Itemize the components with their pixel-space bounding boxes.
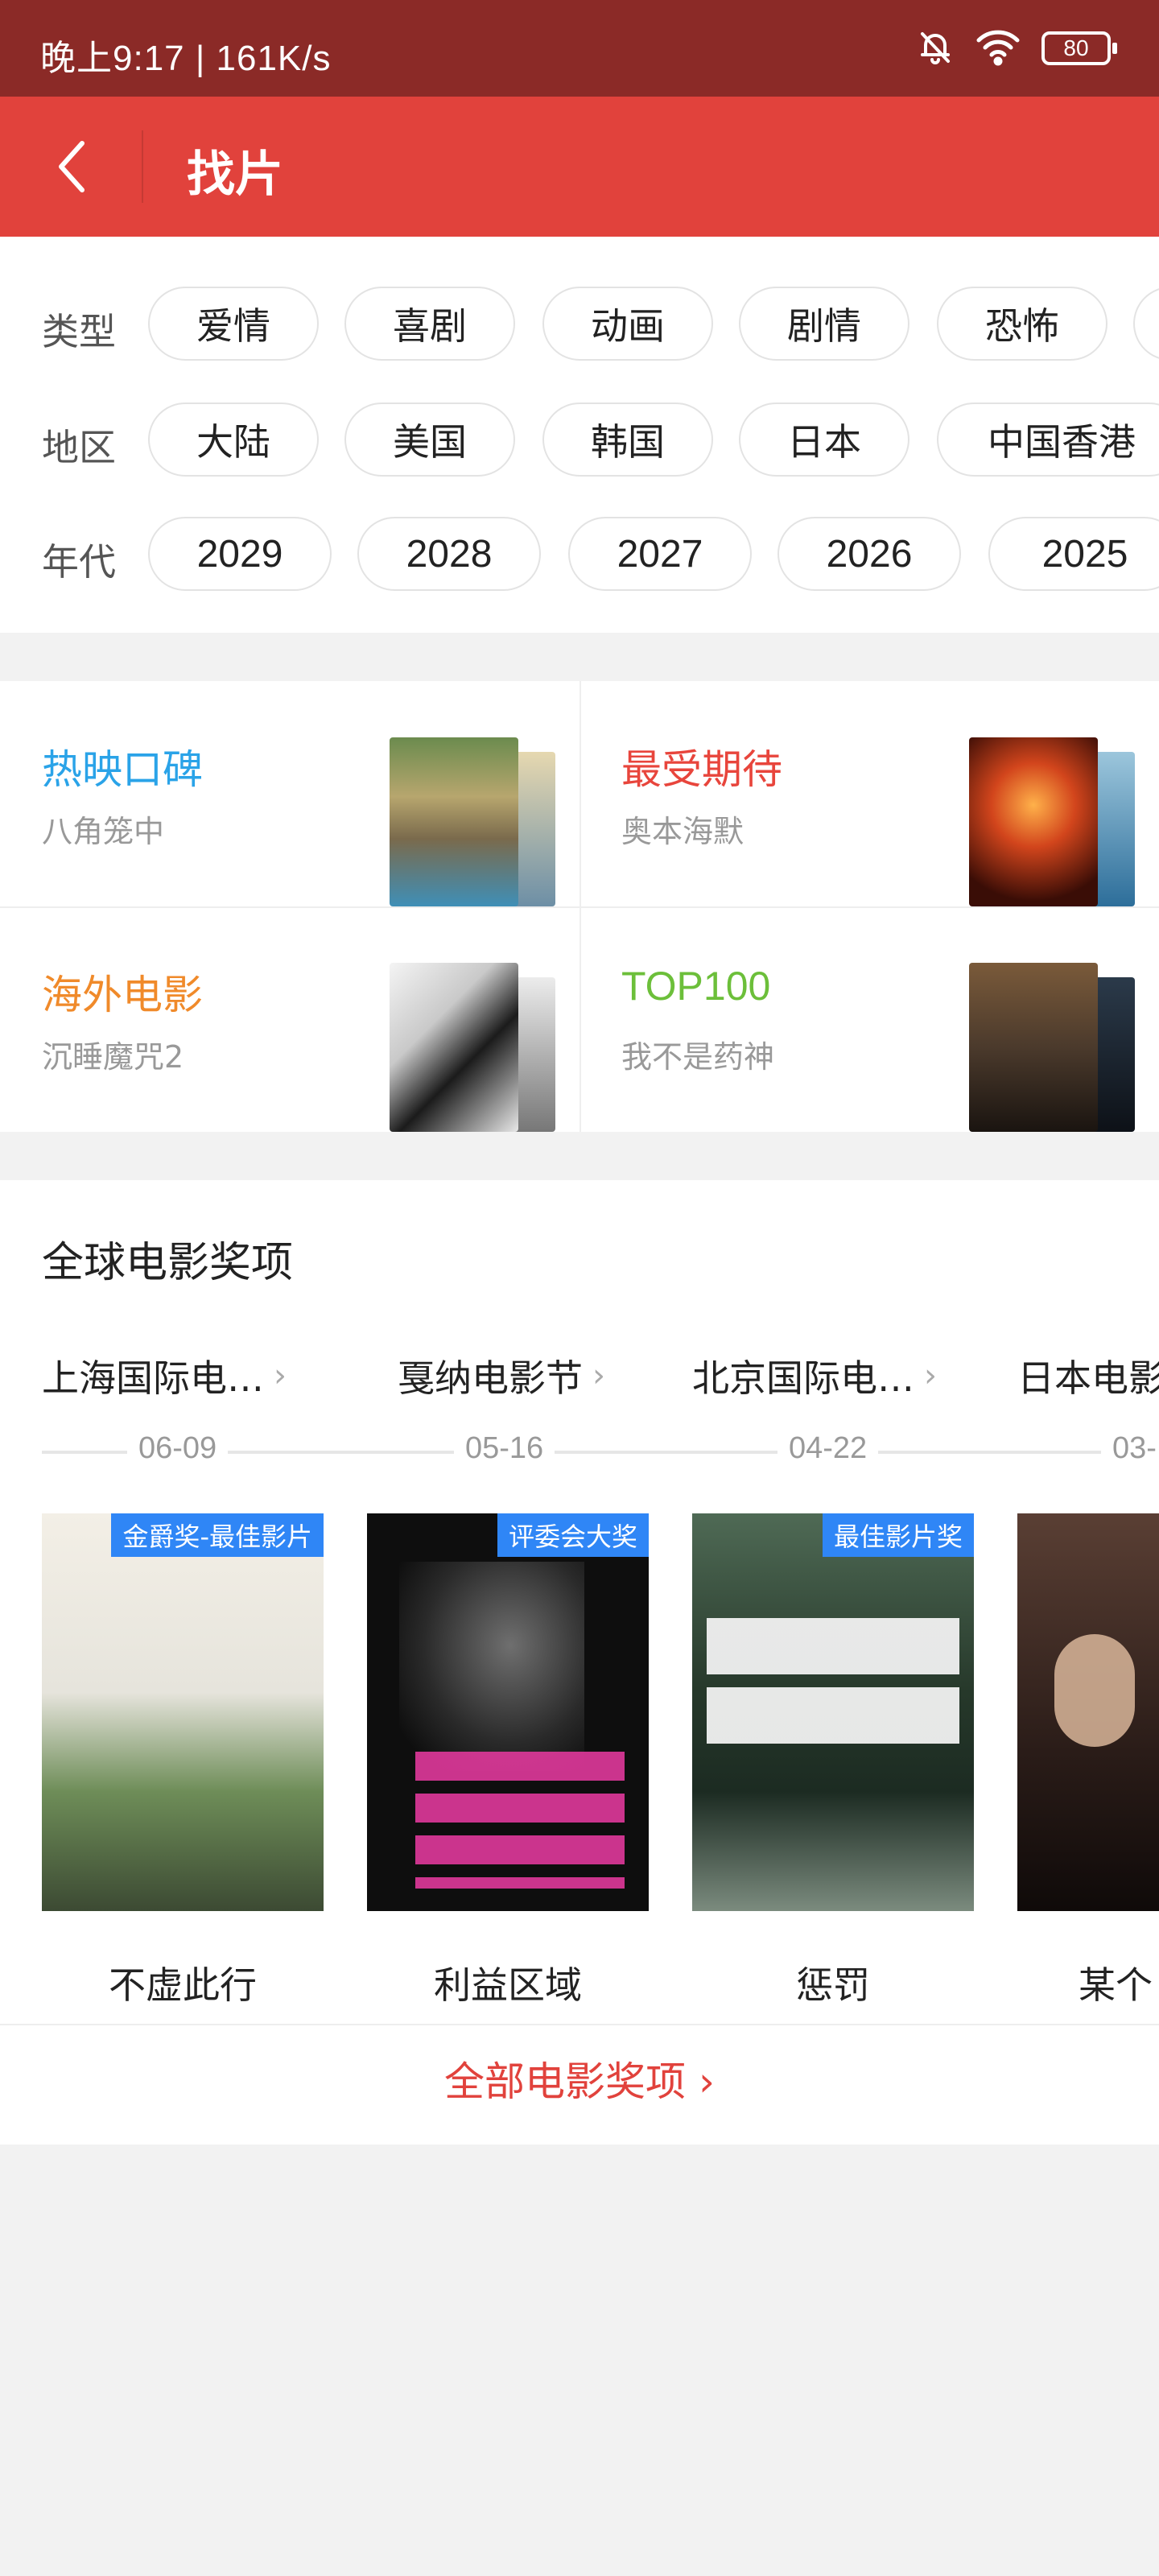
award-badge: 金爵奖-最佳影片 (111, 1513, 324, 1557)
wifi-icon (975, 27, 1021, 69)
category-poster (390, 737, 567, 906)
battery-icon: 80 (1041, 31, 1117, 65)
app-bar: 找片 (0, 97, 1159, 237)
category-subtitle: 八角笼中 (42, 814, 165, 849)
category-grid: 热映口碑 八角笼中 最受期待 奥本海默 海外电影 沉睡魔咒2 TOP100 我不… (0, 681, 1159, 1132)
festival-tab[interactable]: 戛纳电影节 › (398, 1348, 605, 1404)
category-card-overseas[interactable]: 海外电影 沉睡魔咒2 (0, 906, 580, 1132)
filter-panel: 类型 爱情 喜剧 动画 剧情 恐怖 地区 大陆 美国 韩国 日本 中国香港 年代… (0, 237, 1159, 633)
app-bar-divider (142, 130, 143, 203)
section-title: 全球电影奖项 (42, 1239, 294, 1287)
filter-row-genre: 类型 爱情 喜剧 动画 剧情 恐怖 (0, 287, 1159, 364)
page-title: 找片 (187, 147, 283, 203)
all-awards-link[interactable]: 全部电影奖项 › (0, 2050, 1159, 2107)
festival-date: 06-09 (127, 1431, 229, 1472)
awards-section: 全球电影奖项 上海国际电… › 戛纳电影节 › 北京国际电… › 日本电影 06… (0, 1180, 1159, 2145)
category-poster (969, 963, 1146, 1132)
festival-name: 日本电影 (1017, 1356, 1159, 1400)
filter-label-region: 地区 (42, 426, 116, 469)
chevron-right-icon: › (274, 1357, 287, 1394)
chip-year[interactable]: 2028 (357, 517, 541, 591)
award-badge: 评委会大奖 (497, 1513, 649, 1557)
festival-name: 戛纳电影节 (398, 1356, 583, 1400)
divider (0, 2024, 1159, 2025)
category-title: 最受期待 (621, 746, 782, 793)
festival-tab[interactable]: 上海国际电… › (42, 1348, 287, 1404)
chip-genre[interactable]: 恐怖 (937, 287, 1107, 361)
category-card-top100[interactable]: TOP100 我不是药神 (580, 906, 1159, 1132)
film-poster[interactable] (1017, 1513, 1159, 1911)
film-poster[interactable]: 金爵奖-最佳影片 (42, 1513, 324, 1911)
chip-genre[interactable]: 爱情 (148, 287, 319, 361)
category-card-hot[interactable]: 热映口碑 八角笼中 (0, 681, 580, 906)
chip-year[interactable]: 2027 (568, 517, 752, 591)
chip-year[interactable]: 2026 (777, 517, 961, 591)
filter-row-region: 地区 大陆 美国 韩国 日本 中国香港 (0, 402, 1159, 480)
filter-row-year: 年代 2029 2028 2027 2026 2025 (0, 517, 1159, 594)
category-poster (969, 737, 1146, 906)
festival-tab[interactable]: 北京国际电… › (692, 1348, 937, 1404)
film-title[interactable]: 某个 (1017, 1956, 1159, 2009)
chip-genre[interactable]: 喜剧 (344, 287, 515, 361)
status-bar: 晚上9:17 | 161K/s 80 (0, 0, 1159, 97)
chip-genre-partial[interactable] (1133, 287, 1159, 361)
festival-date: 04-22 (777, 1431, 879, 1472)
bell-muted-icon (916, 27, 955, 69)
chevron-right-icon: › (924, 1357, 937, 1394)
festival-name: 北京国际电… (692, 1356, 914, 1400)
back-button[interactable] (40, 134, 105, 199)
festival-date: 03- (1101, 1431, 1159, 1472)
festival-tab[interactable]: 日本电影 (1017, 1348, 1159, 1404)
chip-genre[interactable]: 动画 (542, 287, 713, 361)
status-time: 晚上9:17 | 161K/s (40, 39, 332, 78)
category-poster (390, 963, 567, 1132)
filter-label-year: 年代 (42, 540, 116, 584)
chevron-right-icon: › (592, 1357, 605, 1394)
chip-region[interactable]: 日本 (739, 402, 909, 477)
award-badge: 最佳影片奖 (822, 1513, 974, 1557)
chip-year[interactable]: 2025 (988, 517, 1159, 591)
chip-genre[interactable]: 剧情 (739, 287, 909, 361)
chip-year[interactable]: 2029 (148, 517, 332, 591)
chip-region[interactable]: 韩国 (542, 402, 713, 477)
battery-level: 80 (1063, 35, 1089, 60)
chip-region[interactable]: 美国 (344, 402, 515, 477)
film-poster[interactable]: 评委会大奖 (367, 1513, 649, 1911)
festival-name: 上海国际电… (42, 1356, 264, 1400)
film-title[interactable]: 不虚此行 (42, 1956, 324, 2009)
category-subtitle: 沉睡魔咒2 (42, 1039, 184, 1075)
category-subtitle: 奥本海默 (621, 814, 744, 849)
chevron-left-icon (59, 141, 85, 192)
chip-region[interactable]: 大陆 (148, 402, 319, 477)
chip-region[interactable]: 中国香港 (937, 402, 1159, 477)
status-icons: 80 (916, 24, 1117, 72)
film-poster[interactable]: 最佳影片奖 (692, 1513, 974, 1911)
film-title[interactable]: 利益区域 (367, 1956, 649, 2009)
filter-label-genre: 类型 (42, 310, 116, 353)
category-subtitle: 我不是药神 (621, 1039, 775, 1075)
film-title[interactable]: 惩罚 (692, 1956, 974, 2009)
category-title: 海外电影 (42, 972, 203, 1018)
category-title: TOP100 (621, 964, 771, 1009)
category-title: 热映口碑 (42, 746, 203, 793)
festival-date: 05-16 (454, 1431, 555, 1472)
category-card-anticipated[interactable]: 最受期待 奥本海默 (580, 681, 1159, 906)
